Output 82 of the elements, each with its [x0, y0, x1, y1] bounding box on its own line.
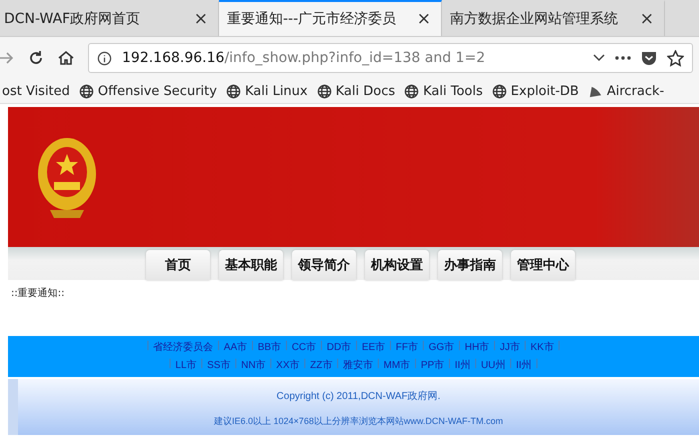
city-link[interactable]: LL市 — [175, 358, 197, 372]
star-icon[interactable] — [667, 50, 684, 66]
city-link[interactable]: II州 — [516, 358, 532, 372]
forward-arrow-icon[interactable] — [0, 50, 14, 66]
separator-text: | — [355, 340, 358, 353]
info-icon[interactable] — [97, 50, 112, 66]
separator-text: | — [376, 358, 380, 371]
menu-tab[interactable]: 基本职能 — [219, 250, 283, 280]
chevron-down-icon[interactable] — [593, 54, 605, 62]
separator-text: | — [509, 358, 512, 371]
separator-text: | — [474, 358, 477, 371]
city-link[interactable]: PP市 — [420, 358, 444, 372]
separator-text: | — [389, 340, 392, 353]
bookmark-link[interactable]: Kali Tools — [404, 84, 483, 98]
city-link[interactable]: DD市 — [326, 340, 352, 354]
browser-advice-text: 建议IE6.0以上 1024×768以上分辨率浏览本网站www.DCN-WAF-TM.com — [214, 415, 503, 428]
city-link[interactable]: MM市 — [384, 358, 410, 372]
city-link[interactable]: GG市 — [428, 340, 454, 354]
menu-tab[interactable]: 办事指南 — [438, 250, 502, 280]
separator-text: | — [270, 358, 272, 371]
menu-tab[interactable]: 机构设置 — [365, 250, 429, 280]
separator-text: | — [251, 340, 254, 353]
more-dots-icon[interactable] — [615, 56, 631, 60]
menu-tab[interactable]: 领导简介 — [292, 250, 356, 280]
globe-icon — [404, 84, 420, 98]
menu-tab[interactable]: 管理中心 — [511, 250, 575, 280]
city-link[interactable]: SS市 — [207, 358, 230, 372]
globe-icon — [78, 84, 94, 98]
separator-text: | — [422, 340, 425, 353]
globe-icon — [492, 84, 507, 98]
menu-tab[interactable]: 首页 — [146, 250, 210, 280]
home-icon[interactable] — [58, 50, 74, 66]
separator-text: | — [493, 340, 496, 353]
city-link[interactable]: NN市 — [241, 358, 266, 372]
separator-text: | — [558, 340, 560, 353]
separator-text: | — [200, 358, 204, 371]
separator-text: | — [217, 340, 220, 353]
city-link[interactable]: EE市 — [362, 340, 386, 354]
city-link[interactable]: KK市 — [530, 340, 554, 354]
city-link[interactable]: CC市 — [292, 340, 316, 354]
city-link[interactable]: XX市 — [276, 358, 300, 372]
city-link[interactable]: II州 — [454, 358, 470, 372]
bookmark-link[interactable]: ost Visited — [2, 84, 70, 98]
bookmark-link[interactable]: Aircrack- — [588, 84, 664, 98]
bookmark-link[interactable]: Offensive Security — [78, 84, 217, 98]
bookmark-link[interactable]: Kali Linux — [226, 84, 308, 98]
city-link[interactable]: ZZ市 — [310, 358, 332, 372]
city-link[interactable]: 雅安市 — [342, 358, 373, 372]
close-icon[interactable]: × — [416, 9, 431, 29]
separator-text: | — [304, 358, 306, 371]
url-text: 192.168.96.16/info_show.php?info_id=138 and 1=2 — [122, 50, 486, 66]
section-title: ::重要通知:: — [11, 288, 64, 299]
separator-text: | — [234, 358, 238, 371]
separator-text: | — [458, 340, 461, 353]
city-link[interactable]: HH市 — [464, 340, 490, 354]
separator-text: | — [146, 340, 150, 353]
globe-icon — [316, 84, 332, 98]
separator-text: | — [285, 340, 288, 353]
city-link[interactable]: BB市 — [258, 340, 282, 354]
pocket-icon[interactable] — [641, 50, 657, 66]
copyright-text: Copyright (c) 2011,DCN-WAF政府网. — [276, 390, 440, 403]
browser-tab[interactable]: 南方数据企业网站管理系统 × — [442, 0, 665, 36]
close-icon[interactable]: × — [640, 9, 654, 29]
city-link[interactable]: FF市 — [396, 340, 418, 354]
separator-text: | — [336, 358, 339, 371]
globe-icon — [226, 84, 241, 98]
city-link[interactable]: UU州 — [480, 358, 506, 372]
address-bar[interactable]: 192.168.96.16/info_show.php?info_id=138 and 1=2 — [88, 43, 693, 73]
city-link[interactable]: 省经济委员会 — [153, 340, 214, 354]
separator-text: | — [414, 358, 417, 371]
separator-text: | — [168, 358, 172, 371]
separator-text: | — [524, 340, 526, 353]
separator-text: | — [320, 340, 323, 353]
city-link[interactable]: AA市 — [224, 340, 248, 354]
city-link[interactable]: JJ市 — [500, 340, 520, 354]
reload-icon[interactable] — [28, 50, 44, 66]
separator-text: | — [448, 358, 451, 371]
bookmark-link[interactable]: Kali Docs — [316, 84, 396, 98]
close-icon[interactable]: × — [194, 9, 208, 29]
separator-text: | — [536, 358, 538, 371]
browser-tab[interactable]: 重要通知---广元市经济委员 × — [219, 0, 442, 36]
bookmark-link[interactable]: Exploit-DB — [492, 84, 579, 98]
